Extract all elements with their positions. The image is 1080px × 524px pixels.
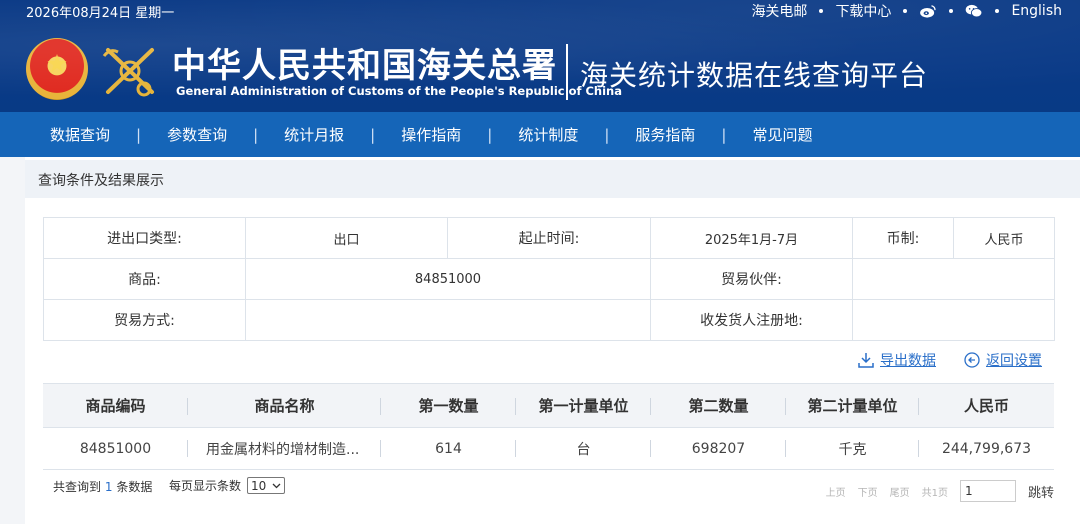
criteria-row: 商品: 84851000 贸易伙伴: [43,258,1055,300]
per-page-control: 每页显示条数 10 [169,477,286,494]
period-label: 起止时间: [447,217,651,259]
summary-prefix: 共查询到 [53,480,102,494]
separator-dot [903,9,908,13]
page-number-input[interactable]: 1 [959,480,1016,502]
cell-qty1: 614 [381,427,516,470]
nav-separator: | [721,125,727,144]
query-criteria-table: 进出口类型: 出口 起止时间: 2025年1月-7月 币制: 人民币 商品: 8… [43,217,1055,341]
separator-dot [995,9,1000,13]
nav-item-data-query[interactable]: 数据查询 [50,124,110,145]
nav-item-monthly-report[interactable]: 统计月报 [284,124,344,145]
pagination: 上页 下页 尾页 共1页 1 跳转 [826,480,1054,502]
consignee-label: 收发货人注册地: [650,299,853,341]
column-header-unit2: 第二计量单位 [786,383,919,428]
per-page-value: 10 [251,478,267,493]
cell-unit2: 千克 [786,427,919,470]
result-count: 1 [104,480,113,494]
period-value: 2025年1月-7月 [650,217,853,259]
nav-separator: | [604,125,610,144]
download-icon [858,353,874,368]
nav-item-parameter-query[interactable]: 参数查询 [167,124,227,145]
column-header-rmb: 人民币 [919,383,1054,428]
top-bar: 2026年08月24日 星期一 海关电邮 下载中心 English [0,0,1080,22]
back-to-settings-label: 返回设置 [986,353,1042,369]
partner-label: 贸易伙伴: [650,258,853,300]
english-link[interactable]: English [1011,3,1062,19]
nav-item-faq[interactable]: 常见问题 [752,124,812,145]
summary-suffix: 条数据 [116,480,153,494]
column-header-unit1: 第一计量单位 [516,383,651,428]
nav-separator: | [487,125,493,144]
customs-logo-icon [102,48,154,97]
top-links: 海关电邮 下载中心 English [751,1,1062,21]
column-header-name: 商品名称 [188,383,381,428]
header-divider [566,44,568,100]
nav-item-operation-guide[interactable]: 操作指南 [401,124,461,145]
result-actions: 导出数据 返回设置 [858,350,1042,370]
last-page-button[interactable]: 尾页 [890,484,910,499]
chevron-down-icon [272,483,281,488]
currency-label: 币制: [852,217,954,259]
trade-type-value: 出口 [245,217,448,259]
trade-type-label: 进出口类型: [43,217,246,259]
nav-item-service-guide[interactable]: 服务指南 [635,124,695,145]
results-table: 商品编码 商品名称 第一数量 第一计量单位 第二数量 第二计量单位 人民币 84… [43,383,1054,470]
total-pages: 共1页 [921,487,948,499]
table-header-row: 商品编码 商品名称 第一数量 第一计量单位 第二数量 第二计量单位 人民币 [43,383,1054,428]
section-header [25,160,1080,198]
nav-separator: | [136,125,142,144]
national-emblem-icon [26,38,88,100]
next-page-button[interactable]: 下页 [858,484,878,499]
main-nav: 数据查询 | 参数查询 | 统计月报 | 操作指南 | 统计制度 | 服务指南 … [0,112,1080,157]
criteria-row: 贸易方式: 收发货人注册地: [43,299,1055,341]
nav-separator: | [253,125,259,144]
nav-item-statistics-system[interactable]: 统计制度 [518,124,578,145]
cell-name[interactable]: 用金属材料的增材制造... [188,427,381,470]
back-to-settings-button[interactable]: 返回设置 [964,350,1042,370]
cell-unit1: 台 [516,427,651,470]
export-data-button[interactable]: 导出数据 [858,350,936,370]
per-page-label: 每页显示条数 [169,479,242,493]
section-title: 查询条件及结果展示 [38,173,164,189]
currency-value: 人民币 [953,217,1055,259]
agency-name-en: General Administration of Customs of the… [176,84,623,98]
column-header-qty2: 第二数量 [651,383,786,428]
download-center-link[interactable]: 下载中心 [835,1,891,21]
goods-label: 商品: [43,258,246,300]
per-page-select[interactable]: 10 [247,477,286,494]
goto-page-button[interactable]: 跳转 [1028,482,1054,501]
nav-separator: | [370,125,376,144]
current-date: 2026年08月24日 星期一 [26,6,175,21]
separator-dot [949,9,954,13]
cell-code: 84851000 [43,427,188,470]
site-header: 2026年08月24日 星期一 海关电邮 下载中心 English 中华人民共和… [0,0,1080,112]
partner-value [852,258,1055,300]
prev-page-button[interactable]: 上页 [826,484,846,499]
column-header-code: 商品编码 [43,383,188,428]
cell-rmb: 244,799,673 [919,427,1054,470]
goods-value: 84851000 [245,258,651,300]
weibo-icon[interactable] [919,4,937,18]
customs-email-link[interactable]: 海关电邮 [751,1,807,21]
export-data-label: 导出数据 [880,353,936,369]
cell-qty2: 698207 [651,427,786,470]
separator-dot [819,9,824,13]
table-row: 84851000 用金属材料的增材制造... 614 台 698207 千克 2… [43,427,1054,470]
trade-mode-value [245,299,651,341]
wechat-icon[interactable] [965,4,983,18]
result-summary: 共查询到 1 条数据 [53,478,152,495]
platform-title: 海关统计数据在线查询平台 [580,59,929,92]
column-header-qty1: 第一数量 [381,383,516,428]
consignee-value [852,299,1055,341]
agency-name-cn: 中华人民共和国海关总署 [172,46,557,86]
criteria-row: 进出口类型: 出口 起止时间: 2025年1月-7月 币制: 人民币 [43,217,1055,259]
trade-mode-label: 贸易方式: [43,299,246,341]
back-arrow-icon [964,352,980,368]
